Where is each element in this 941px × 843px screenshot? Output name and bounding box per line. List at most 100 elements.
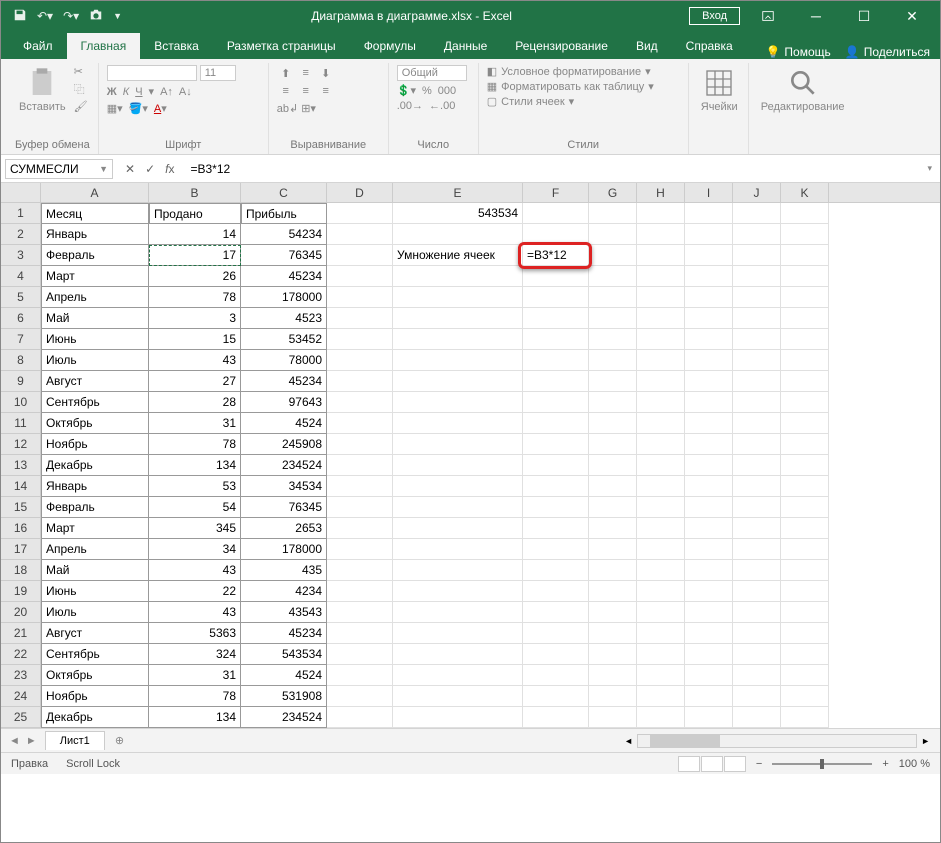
cell[interactable]: 134 [149,455,241,476]
row-header[interactable]: 2 [1,224,40,245]
cell[interactable] [393,665,523,686]
cell[interactable]: 22 [149,581,241,602]
cell[interactable] [637,413,685,434]
cell[interactable] [523,644,589,665]
cell[interactable]: 15 [149,329,241,350]
cell[interactable]: Май [41,308,149,329]
cell[interactable] [589,602,637,623]
cell[interactable] [685,308,733,329]
cell[interactable]: Апрель [41,287,149,308]
cell[interactable] [523,371,589,392]
align-top-icon[interactable]: ⬆ [277,65,295,81]
cell[interactable]: 4523 [241,308,327,329]
cell[interactable]: 26 [149,266,241,287]
fx-icon[interactable]: fx [165,162,174,176]
cell[interactable] [637,350,685,371]
cell[interactable] [523,413,589,434]
cell[interactable] [733,371,781,392]
cell[interactable] [523,707,589,728]
row-header[interactable]: 19 [1,581,40,602]
row-header[interactable]: 15 [1,497,40,518]
cell[interactable] [327,329,393,350]
cell[interactable] [781,476,829,497]
cell[interactable] [685,329,733,350]
cell[interactable] [685,644,733,665]
cell[interactable]: Август [41,371,149,392]
cell[interactable] [393,287,523,308]
cell[interactable] [781,266,829,287]
column-header-G[interactable]: G [589,183,637,202]
cell[interactable]: 345 [149,518,241,539]
cell[interactable] [589,287,637,308]
cell[interactable] [733,434,781,455]
cell[interactable]: Сентябрь [41,392,149,413]
font-name-select[interactable] [107,65,197,81]
cell[interactable] [393,455,523,476]
cell[interactable] [781,455,829,476]
copy-icon[interactable]: ⿻ [74,81,88,97]
decrease-decimal-icon[interactable]: ←.00 [429,100,455,112]
cell[interactable] [589,224,637,245]
cell[interactable]: 4524 [241,665,327,686]
cell[interactable] [685,518,733,539]
cell[interactable]: 178000 [241,287,327,308]
cell[interactable]: Месяц [41,203,149,224]
cell[interactable] [327,539,393,560]
cell[interactable] [327,455,393,476]
row-header[interactable]: 5 [1,287,40,308]
view-normal-button[interactable] [678,756,700,772]
cell[interactable] [685,413,733,434]
cancel-formula-icon[interactable]: ✕ [125,162,135,176]
cell[interactable] [327,707,393,728]
close-button[interactable]: ✕ [892,1,932,31]
row-header[interactable]: 16 [1,518,40,539]
cell[interactable] [589,497,637,518]
cell[interactable] [733,602,781,623]
cell[interactable]: 76345 [241,497,327,518]
cell[interactable]: Октябрь [41,413,149,434]
cell[interactable]: 324 [149,644,241,665]
cell[interactable] [685,287,733,308]
minimize-button[interactable]: ─ [796,1,836,31]
cell[interactable]: 34534 [241,476,327,497]
cell[interactable] [781,371,829,392]
cell[interactable] [589,308,637,329]
cell[interactable] [781,665,829,686]
cell[interactable]: 43 [149,350,241,371]
cell[interactable] [733,413,781,434]
cell[interactable] [637,518,685,539]
cell[interactable]: Ноябрь [41,434,149,455]
cell[interactable] [685,581,733,602]
column-header-E[interactable]: E [393,183,523,202]
cell[interactable] [523,203,589,224]
cell[interactable] [589,245,637,266]
increase-decimal-icon[interactable]: .00→ [397,100,423,112]
cell[interactable] [733,266,781,287]
cell[interactable] [523,560,589,581]
row-header[interactable]: 8 [1,350,40,371]
tab-formulas[interactable]: Формулы [350,33,430,59]
row-header[interactable]: 20 [1,602,40,623]
cell[interactable] [685,539,733,560]
cell[interactable]: 178000 [241,539,327,560]
cell[interactable] [685,434,733,455]
cell[interactable] [393,266,523,287]
cell[interactable] [733,308,781,329]
borders-icon[interactable]: ▦▾ [107,102,123,115]
cell[interactable]: Апрель [41,539,149,560]
cell[interactable] [637,371,685,392]
cell[interactable] [327,203,393,224]
cell[interactable] [523,308,589,329]
cell[interactable] [523,686,589,707]
row-header[interactable]: 6 [1,308,40,329]
cell[interactable] [637,224,685,245]
cell[interactable]: 97643 [241,392,327,413]
cell[interactable] [589,350,637,371]
cell[interactable] [523,434,589,455]
tab-home[interactable]: Главная [67,33,141,59]
cell[interactable] [327,476,393,497]
cell[interactable]: 531908 [241,686,327,707]
cell[interactable]: Февраль [41,497,149,518]
cell[interactable] [523,392,589,413]
cell[interactable] [733,245,781,266]
